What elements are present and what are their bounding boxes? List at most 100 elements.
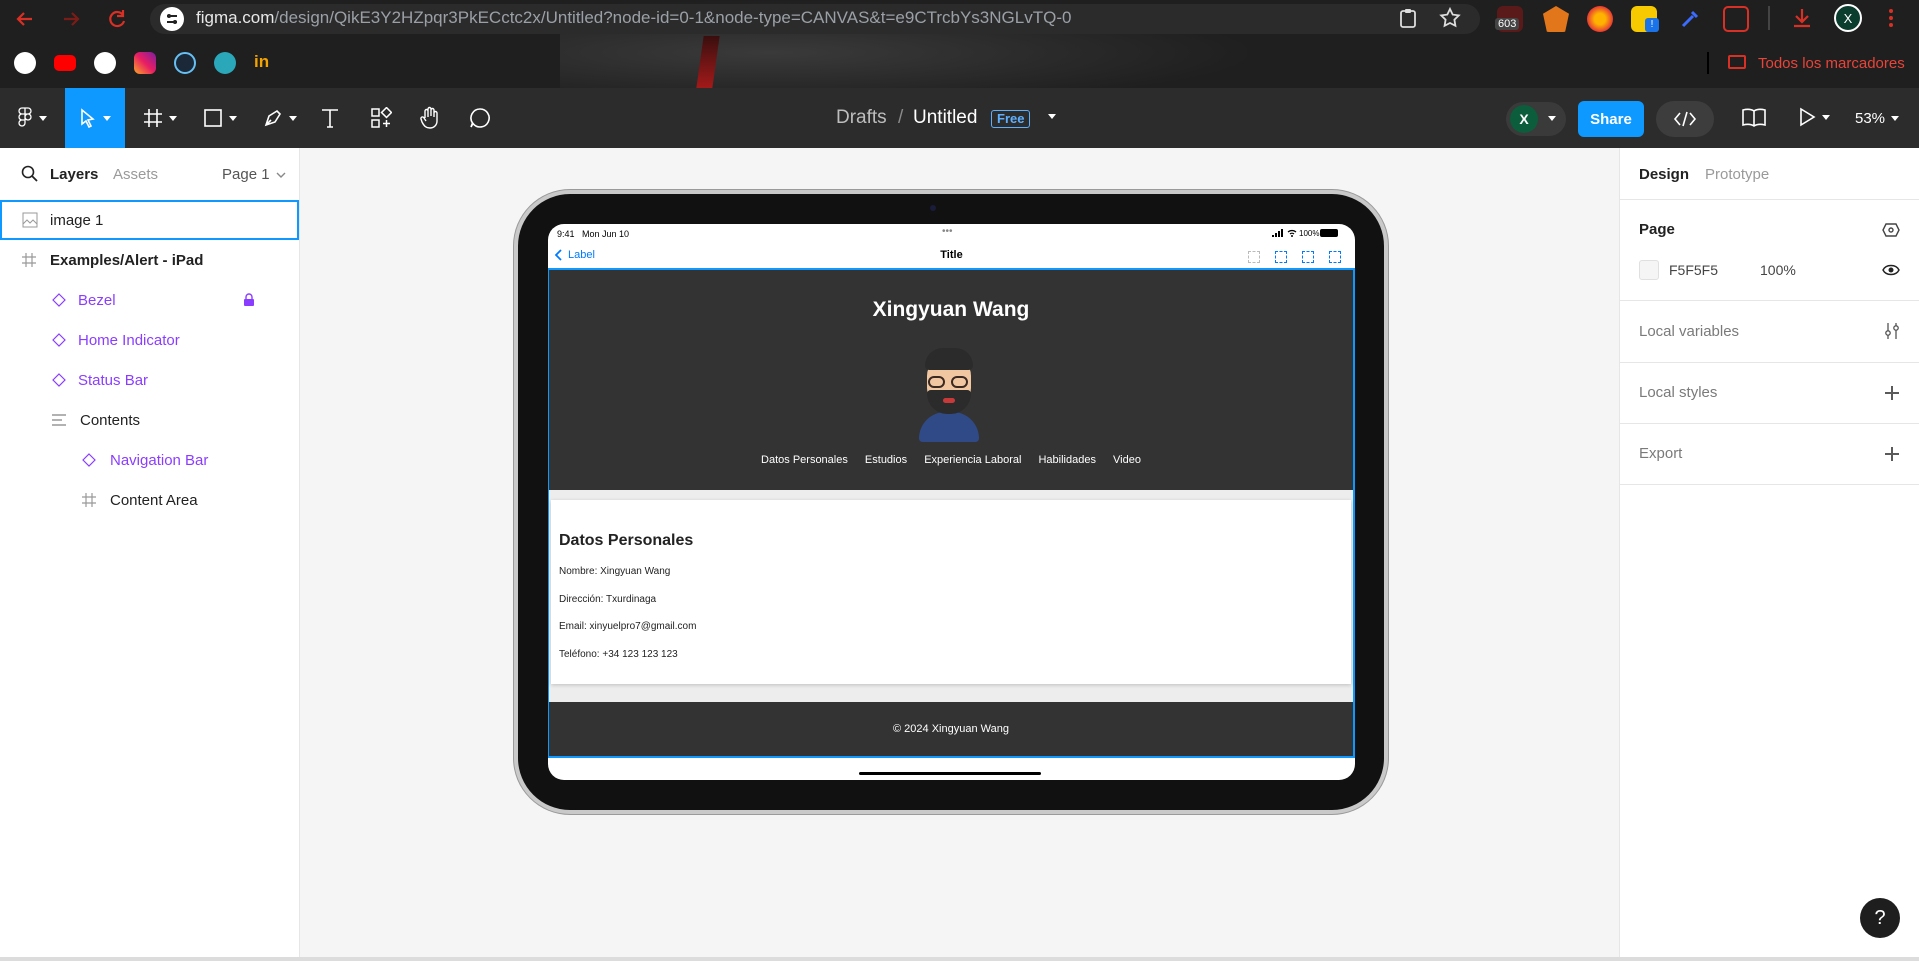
invision-bookmark-icon[interactable]: in	[254, 52, 269, 72]
extension-ublock-icon[interactable]: 603	[1495, 6, 1523, 32]
layer-row[interactable]: Contents	[0, 400, 300, 440]
chevron-down-icon	[103, 115, 111, 121]
youtube-bookmark-icon[interactable]	[54, 55, 76, 71]
help-button[interactable]: ?	[1860, 898, 1900, 938]
page-color-hex[interactable]: F5F5F5	[1669, 262, 1718, 278]
url-text[interactable]: figma.com/design/QikE3Y2HZpqr3PkECctc2x/…	[196, 8, 1071, 28]
site-nav-link[interactable]: Estudios	[865, 454, 907, 466]
add-style-plus-icon[interactable]	[1885, 386, 1899, 400]
download-icon[interactable]	[1790, 6, 1814, 30]
layer-row[interactable]: image 1	[0, 200, 299, 240]
back-icon[interactable]	[14, 8, 36, 30]
user-avatar[interactable]: X	[1510, 105, 1538, 133]
fire-extension-icon[interactable]	[1587, 6, 1613, 32]
export-section: Export	[1620, 425, 1919, 485]
notes-extension-icon[interactable]: !	[1631, 6, 1659, 32]
google-bookmark-icon-2[interactable]	[94, 52, 116, 74]
file-menu-chevron-icon[interactable]	[1048, 114, 1056, 119]
clipboard-icon[interactable]	[1397, 7, 1419, 29]
export-title: Export	[1639, 445, 1683, 462]
content-area[interactable]: Xingyuan Wang Datos Personales Estudios …	[548, 268, 1355, 758]
hash-icon	[144, 109, 162, 127]
library-book-icon[interactable]	[1741, 107, 1767, 129]
layer-row[interactable]: Examples/Alert - iPad	[0, 240, 300, 280]
share-button[interactable]: Share	[1578, 101, 1644, 137]
app-bookmark-icon[interactable]	[214, 52, 236, 74]
page-selector[interactable]: Page 1	[222, 166, 286, 183]
site-owner-name: Xingyuan Wang	[872, 298, 1030, 321]
layer-label: Bezel	[78, 291, 116, 309]
layer-label: image 1	[50, 211, 104, 229]
page-section: Page F5F5F5 100%	[1620, 201, 1919, 301]
personal-data-card: Datos Personales Nombre: Xingyuan Wang D…	[551, 500, 1351, 684]
pen-icon	[264, 109, 282, 127]
comment-tool[interactable]	[465, 88, 495, 148]
shape-tool[interactable]	[198, 88, 242, 148]
battery-icon	[1320, 229, 1338, 237]
site-nav-link[interactable]: Video	[1113, 454, 1141, 466]
profile-avatar[interactable]: X	[1834, 4, 1862, 32]
site-footer: © 2024 Xingyuan Wang	[549, 702, 1353, 756]
steam-bookmark-icon[interactable]	[174, 52, 196, 74]
tab-assets[interactable]: Assets	[113, 166, 158, 183]
multiplayer-pill[interactable]: X	[1506, 102, 1566, 136]
layer-row[interactable]: Bezel	[0, 280, 300, 320]
hand-tool[interactable]	[415, 88, 445, 148]
dev-mode-toggle[interactable]	[1656, 101, 1714, 137]
site-nav-link[interactable]: Experiencia Laboral	[924, 454, 1021, 466]
toolbar-divider	[1768, 6, 1770, 30]
pen-tool[interactable]	[258, 88, 302, 148]
frame-tool[interactable]	[138, 88, 182, 148]
all-bookmarks-label[interactable]: Todos los marcadores	[1758, 55, 1905, 72]
reload-icon[interactable]	[106, 8, 128, 30]
browser-menu-icon[interactable]	[1886, 6, 1896, 30]
component-instance-icon	[52, 333, 66, 347]
url-host: figma.com	[196, 8, 275, 27]
layer-row[interactable]: Home Indicator	[0, 320, 300, 360]
text-tool[interactable]	[315, 88, 345, 148]
file-name[interactable]: Untitled	[913, 107, 977, 129]
tab-design[interactable]: Design	[1639, 166, 1689, 183]
personal-data-line: Email: xinyuelpro7@gmail.com	[559, 621, 697, 632]
eyedropper-icon[interactable]	[1677, 6, 1703, 32]
present-button[interactable]	[1798, 107, 1830, 127]
browser-chrome: figma.com/design/QikE3Y2HZpqr3PkECctc2x/…	[0, 0, 1919, 88]
site-header: Xingyuan Wang Datos Personales Estudios …	[549, 270, 1353, 490]
nav-placeholder-icon[interactable]	[1248, 251, 1260, 263]
resources-tool[interactable]	[366, 88, 396, 148]
site-nav-link[interactable]: Habilidades	[1038, 454, 1095, 466]
plan-badge[interactable]: Free	[991, 110, 1031, 128]
components-icon	[371, 107, 392, 128]
nav-placeholder-icon[interactable]	[1329, 251, 1341, 263]
forward-icon[interactable]	[60, 8, 82, 30]
component-instance-icon	[82, 453, 96, 467]
page-section-title: Page	[1639, 221, 1675, 238]
personal-data-line: Dirección: Txurdinaga	[559, 594, 657, 605]
instagram-bookmark-icon[interactable]	[134, 52, 156, 74]
layer-row[interactable]: Status Bar	[0, 360, 300, 400]
zoom-control[interactable]: 53%	[1855, 110, 1900, 127]
page-color-opacity[interactable]: 100%	[1760, 262, 1796, 278]
chevron-down-icon	[39, 115, 47, 121]
tab-layers[interactable]: Layers	[50, 166, 98, 183]
layer-row[interactable]: Content Area	[0, 480, 300, 520]
layer-row[interactable]: Navigation Bar	[0, 440, 300, 480]
page-color-swatch[interactable]	[1639, 260, 1659, 280]
metamask-icon[interactable]	[1543, 6, 1569, 32]
move-tool[interactable]	[65, 88, 125, 148]
breadcrumb-drafts[interactable]: Drafts	[836, 107, 887, 129]
nav-title: Title	[940, 249, 963, 261]
tab-prototype[interactable]: Prototype	[1705, 166, 1769, 183]
puzzle-extensions-icon[interactable]	[1723, 6, 1749, 32]
google-bookmark-icon[interactable]	[14, 52, 36, 74]
chevron-down-icon	[276, 172, 286, 178]
page-selector-label: Page 1	[222, 166, 270, 183]
add-export-plus-icon[interactable]	[1885, 447, 1899, 461]
nav-placeholder-icon[interactable]	[1275, 251, 1287, 263]
site-info-icon[interactable]	[160, 7, 184, 31]
site-nav-link[interactable]: Datos Personales	[761, 454, 848, 466]
nav-placeholder-icon[interactable]	[1302, 251, 1314, 263]
bookmark-star-icon[interactable]	[1438, 6, 1462, 30]
search-icon[interactable]	[21, 165, 39, 183]
main-menu-button[interactable]	[10, 88, 54, 148]
